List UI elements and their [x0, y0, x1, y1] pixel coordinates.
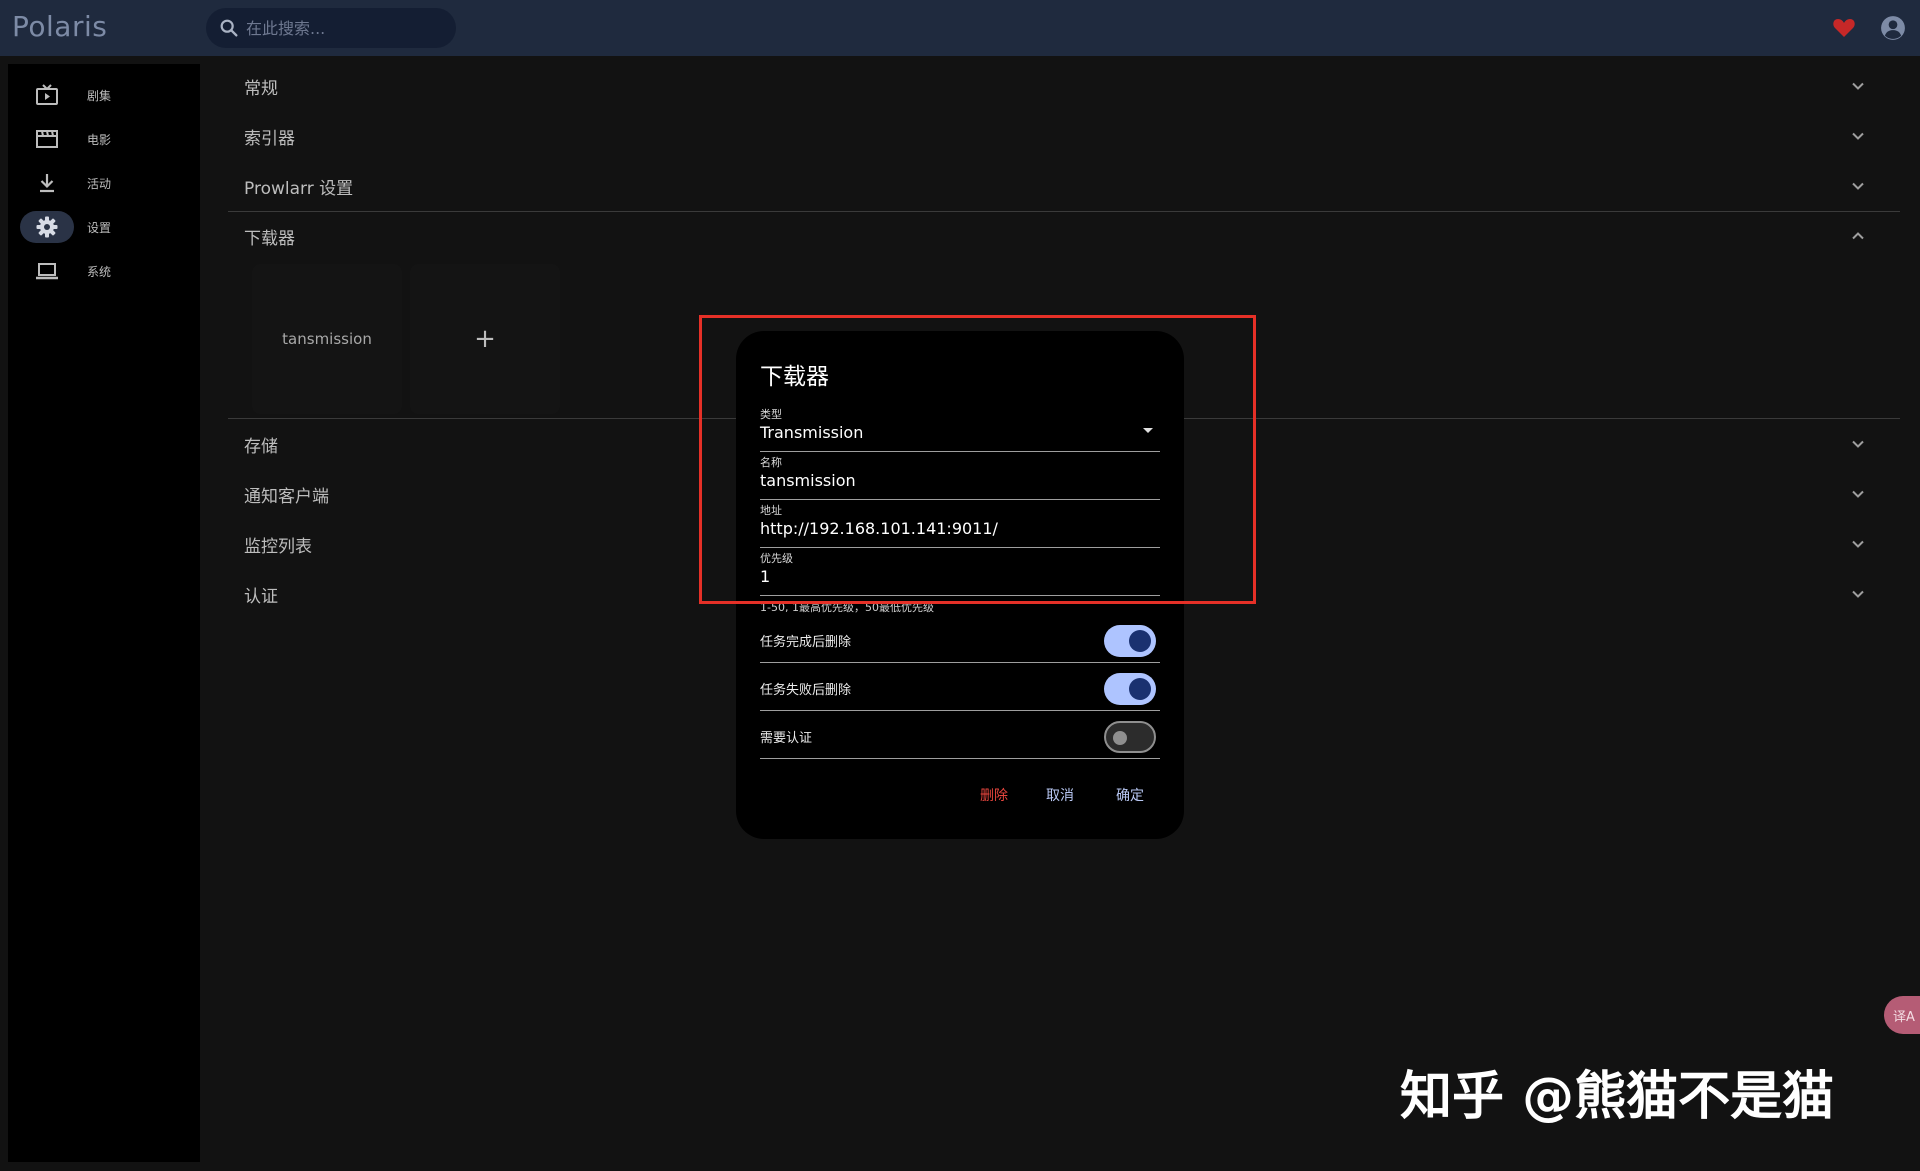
sidebar-item-label: 系统 — [87, 264, 112, 279]
sidebar-item-movies[interactable]: 电影 — [20, 122, 190, 156]
laptop-icon — [36, 263, 58, 280]
chevron-down-icon — [1852, 182, 1864, 190]
chevron-down-icon — [1852, 590, 1864, 598]
chevron-down-icon — [1852, 82, 1864, 90]
chevron-down-icon — [1852, 440, 1864, 448]
heart-icon[interactable] — [1832, 16, 1856, 38]
chevron-down-icon — [1852, 132, 1864, 140]
panel-title: 索引器 — [244, 128, 295, 149]
delete-on-failure-row: 任务失败后删除 — [760, 663, 1160, 711]
require-auth-switch[interactable] — [1104, 721, 1156, 753]
app-title[interactable]: Polaris — [12, 10, 107, 43]
add-downloader-button[interactable]: + — [410, 264, 560, 414]
panel-indexer[interactable]: 索引器 — [228, 111, 1900, 161]
translate-widget[interactable]: 译A — [1884, 996, 1920, 1034]
annotation-highlight-box — [699, 315, 1256, 604]
switch-label: 任务完成后删除 — [760, 635, 852, 650]
sidebar-item-settings[interactable]: 设置 — [20, 210, 190, 244]
sidebar-item-system[interactable]: 系统 — [20, 254, 190, 288]
chevron-up-icon — [1852, 232, 1864, 240]
account-circle-icon[interactable] — [1880, 15, 1906, 41]
search-bar[interactable] — [206, 8, 456, 48]
delete-on-complete-switch[interactable] — [1104, 625, 1156, 657]
switch-label: 需要认证 — [760, 731, 813, 746]
download-icon — [40, 174, 54, 193]
movie-clapper-icon — [36, 130, 58, 148]
delete-on-failure-switch[interactable] — [1104, 673, 1156, 705]
confirm-button[interactable]: 确定 — [1116, 785, 1144, 805]
delete-button[interactable]: 删除 — [980, 785, 1008, 805]
panel-downloader[interactable]: 下载器 — [228, 211, 1900, 261]
search-input[interactable] — [246, 18, 436, 38]
panel-title: 监控列表 — [244, 536, 312, 557]
panel-title: 通知客户端 — [244, 486, 329, 507]
downloader-card[interactable]: tansmission — [252, 264, 402, 414]
panel-title: 常规 — [244, 78, 278, 99]
switch-label: 任务失败后删除 — [760, 683, 852, 698]
gear-icon — [36, 216, 58, 238]
search-icon — [220, 19, 238, 37]
panel-title: 认证 — [244, 586, 278, 607]
translate-icon: 译A — [1893, 1009, 1915, 1025]
chevron-down-icon — [1852, 540, 1864, 548]
sidebar-item-label: 活动 — [87, 176, 112, 191]
panel-general[interactable]: 常规 — [228, 61, 1900, 111]
sidebar-item-label: 电影 — [87, 132, 112, 147]
chevron-down-icon — [1852, 490, 1864, 498]
sidebar-item-label: 剧集 — [87, 88, 112, 103]
watermark: 知乎 @熊猫不是猫 — [1400, 1067, 1835, 1127]
delete-on-complete-row: 任务完成后删除 — [760, 615, 1160, 663]
panel-prowlarr[interactable]: Prowlarr 设置 — [228, 161, 1900, 211]
sidebar-item-activity[interactable]: 活动 — [20, 166, 190, 200]
switch-knob — [1129, 678, 1151, 700]
tv-icon — [36, 84, 58, 105]
switch-knob — [1113, 731, 1127, 745]
panel-title: Prowlarr 设置 — [244, 178, 354, 199]
switch-knob — [1129, 630, 1151, 652]
sidebar-item-label: 设置 — [87, 220, 112, 235]
top-app-bar: Polaris — [0, 0, 1920, 56]
cancel-button[interactable]: 取消 — [1046, 785, 1074, 805]
panel-title: 下载器 — [244, 228, 295, 249]
sidebar-nav: 剧集 电影 活动 设置 系统 — [8, 64, 200, 1162]
panel-title: 存储 — [244, 436, 278, 457]
require-auth-row: 需要认证 — [760, 711, 1160, 759]
sidebar-item-tv-shows[interactable]: 剧集 — [20, 78, 190, 112]
